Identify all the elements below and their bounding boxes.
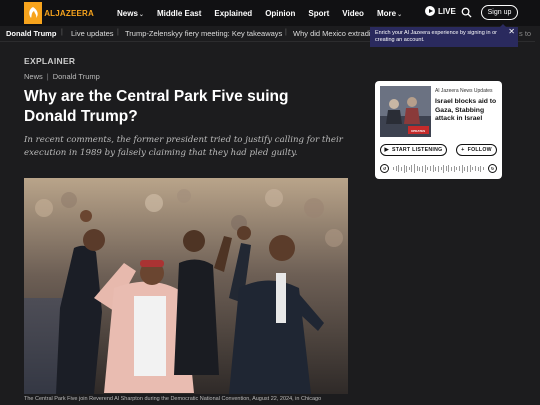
topic-mexico[interactable]: Why did Mexico extradit xyxy=(293,29,373,38)
start-listening-label: START LISTENING xyxy=(392,147,443,153)
waveform-bar xyxy=(466,165,468,172)
waveform-bar xyxy=(437,165,439,172)
topic-separator: | xyxy=(61,29,63,36)
player-source: Al Jazeera News Updates xyxy=(435,88,493,94)
topic-live-updates[interactable]: Live updates xyxy=(71,29,114,38)
follow-label: FOLLOW xyxy=(467,147,492,153)
waveform-bar xyxy=(461,164,463,173)
nav-item-more[interactable]: More⌄ xyxy=(377,9,402,18)
topic-trump-zelenskyy[interactable]: Trump-Zelenskyy fiery meeting: Key takea… xyxy=(125,29,282,38)
waveform-bar xyxy=(453,165,455,172)
tooltip-arrow xyxy=(500,24,506,27)
waveform-bar xyxy=(469,165,471,172)
article-kicker: EXPLAINER xyxy=(24,56,76,66)
waveform-bar xyxy=(448,165,450,172)
page-scrollbar[interactable] xyxy=(535,26,540,405)
breadcrumb-separator: | xyxy=(46,72,49,81)
waveform-bar xyxy=(480,165,482,172)
live-button[interactable]: LIVE xyxy=(425,6,456,16)
aljazeera-logo[interactable]: ALJAZEERA xyxy=(24,1,94,25)
waveform-bar xyxy=(411,165,413,172)
waveform-bar xyxy=(422,165,424,172)
nav-item-sport[interactable]: Sport xyxy=(308,9,329,18)
chevron-down-icon: ⌄ xyxy=(138,11,144,18)
waveform-bar xyxy=(429,166,431,171)
nav-item-video[interactable]: Video xyxy=(342,9,364,18)
waveform-bar xyxy=(406,165,408,172)
waveform-bar xyxy=(416,166,418,171)
rewind-icon[interactable]: ↺ xyxy=(380,164,389,173)
waveform-bar xyxy=(443,164,445,173)
close-icon[interactable]: ✕ xyxy=(508,28,515,36)
waveform-bar xyxy=(432,165,434,172)
plus-icon: + xyxy=(461,147,465,153)
play-icon xyxy=(425,6,435,16)
waveform-bar xyxy=(414,164,416,173)
waveform-bar xyxy=(445,166,447,171)
player-thumbnail[interactable]: UPDATES xyxy=(380,86,431,137)
waveform-bar xyxy=(482,167,484,170)
fast-forward-icon[interactable]: ↻ xyxy=(488,164,497,173)
play-icon: ▶ xyxy=(384,147,389,153)
live-label: LIVE xyxy=(438,6,456,16)
breadcrumb: News | Donald Trump xyxy=(24,72,100,81)
player-episode-title[interactable]: Israel blocks aid to Gaza, Stabbing atta… xyxy=(435,98,499,124)
nav-item-label: News xyxy=(117,8,138,18)
waveform-bar xyxy=(403,164,405,173)
topic-bar-active-item[interactable]: Donald Trump xyxy=(6,29,56,38)
waveform-bar xyxy=(400,166,402,171)
waveform-bar xyxy=(424,164,426,173)
waveform-bar xyxy=(419,166,421,171)
waveform-bar xyxy=(474,166,476,171)
logo-mark-icon xyxy=(24,2,43,24)
nav-item-label: More xyxy=(376,8,397,18)
logo-text: ALJAZEERA xyxy=(44,8,94,18)
main-nav: News⌄ Middle East Explained Opinion Spor… xyxy=(117,0,415,26)
topic-separator: | xyxy=(285,29,287,36)
audio-waveform[interactable] xyxy=(393,164,484,173)
hero-image xyxy=(24,178,348,394)
article-standfirst: In recent comments, the former president… xyxy=(24,135,343,158)
hero-photo xyxy=(24,178,348,394)
waveform-bar xyxy=(427,167,429,170)
waveform-bar xyxy=(472,167,474,170)
sign-in-tooltip: Enrich your Al Jazeera experience by sig… xyxy=(370,24,518,47)
nav-item-explained[interactable]: Explained xyxy=(214,9,252,18)
thumbnail-badge: UPDATES xyxy=(411,129,426,133)
waveform-bar xyxy=(451,166,453,171)
waveform-bar xyxy=(477,166,479,171)
top-navigation: ALJAZEERA News⌄ Middle East Explained Op… xyxy=(0,0,540,26)
waveform-bar xyxy=(398,165,400,172)
breadcrumb-news[interactable]: News xyxy=(24,72,43,81)
start-listening-button[interactable]: ▶ START LISTENING xyxy=(380,144,447,156)
waveform-bar xyxy=(395,166,397,171)
waveform-bar xyxy=(435,166,437,171)
search-icon[interactable] xyxy=(461,7,472,18)
topic-separator: | xyxy=(117,29,119,36)
follow-button[interactable]: + FOLLOW xyxy=(456,144,497,156)
waveform-bar xyxy=(440,167,442,170)
waveform-bar xyxy=(464,166,466,171)
waveform-bar xyxy=(456,167,458,170)
chevron-down-icon: ⌄ xyxy=(397,11,403,18)
tooltip-text: Enrich your Al Jazeera experience by sig… xyxy=(375,30,497,43)
article-title: Why are the Central Park Five suing Dona… xyxy=(24,88,289,125)
waveform-bar xyxy=(459,166,461,171)
nav-item-middle-east[interactable]: Middle East xyxy=(157,9,201,18)
sign-up-button[interactable]: Sign up xyxy=(481,5,518,20)
nav-item-news[interactable]: News⌄ xyxy=(117,9,144,18)
hero-caption: The Central Park Five join Reverend Al S… xyxy=(24,396,322,402)
topic-bar-overflow: s to xyxy=(519,29,532,38)
breadcrumb-donald-trump[interactable]: Donald Trump xyxy=(53,72,100,81)
nav-item-opinion[interactable]: Opinion xyxy=(265,9,295,18)
waveform-bar xyxy=(408,167,410,170)
waveform-bar xyxy=(393,167,394,170)
news-updates-player: UPDATES Al Jazeera News Updates Israel b… xyxy=(375,81,502,179)
